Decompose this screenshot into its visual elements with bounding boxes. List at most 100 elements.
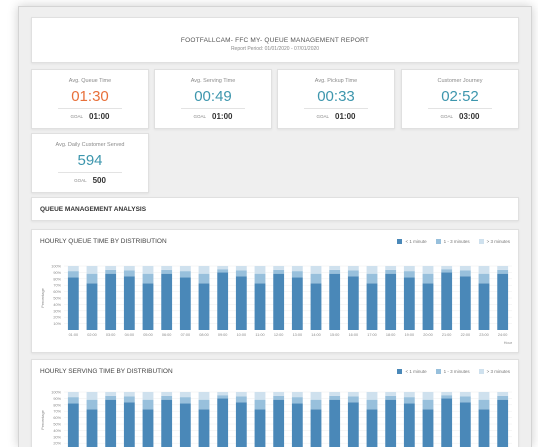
bar-segment: [422, 399, 434, 410]
bar-segment: [179, 277, 191, 330]
bar-segment: [366, 409, 378, 447]
bar-segment: [235, 276, 247, 330]
bar-segment: [385, 269, 397, 274]
bar-segment: [254, 409, 266, 447]
x-tick-label: 09:00: [218, 333, 228, 337]
bar-segment: [329, 273, 341, 330]
x-tick-label: 10:00: [237, 333, 247, 337]
bar-segment: [441, 272, 453, 330]
kpi-goal-label: GOAL: [74, 178, 87, 183]
bar-segment: [497, 392, 509, 396]
bar-segment: [86, 273, 98, 284]
bar-segment: [366, 399, 378, 410]
bar-segment: [67, 403, 79, 447]
kpi-label: Customer Journey: [437, 78, 483, 84]
bar-segment: [179, 271, 191, 278]
bar-segment: [254, 273, 266, 284]
x-tick-label: 18:00: [386, 333, 396, 337]
bar-segment: [347, 266, 359, 271]
y-tick-label: 70%: [53, 410, 61, 414]
bar-segment: [105, 392, 117, 396]
kpi-divider: [181, 108, 245, 109]
report-period: Report Period: 01/01/2020 - 07/01/2020: [230, 46, 320, 52]
bar-segment: [441, 266, 453, 270]
bar-segment: [67, 277, 79, 330]
report-frame: FOOTFALLCAM- FFC MY- QUEUE MANAGEMENT RE…: [18, 6, 532, 447]
bar-segment: [497, 273, 509, 330]
x-tick-label: 08:00: [199, 333, 209, 337]
x-tick-label: 17:00: [367, 333, 377, 337]
bar-segment: [217, 398, 229, 447]
bar-segment: [254, 283, 266, 330]
report-header: FOOTFALLCAM- FFC MY- QUEUE MANAGEMENT RE…: [31, 17, 519, 63]
bar-segment: [67, 266, 79, 272]
bar-segment: [254, 266, 266, 274]
bar-segment: [273, 266, 285, 270]
bar-segment: [329, 392, 341, 396]
bar-segment: [142, 266, 154, 274]
bar-segment: [273, 269, 285, 274]
bar-segment: [310, 399, 322, 410]
kpi-goal: GOAL 03:00: [402, 112, 518, 121]
y-tick-label: 10%: [53, 322, 61, 326]
bar-segment: [217, 392, 229, 396]
kpi-goal: GOAL 01:00: [155, 112, 271, 121]
x-tick-label: 19:00: [405, 333, 415, 337]
bar-segment: [273, 395, 285, 400]
kpi-goal-value: 01:00: [212, 112, 233, 121]
kpi-value: 00:33: [317, 88, 355, 105]
bar-segment: [123, 392, 135, 397]
kpi-card-serving-time: Avg. Serving Time 00:49 GOAL 01:00: [154, 69, 272, 129]
bar-segment: [459, 270, 471, 277]
bar-segment: [235, 402, 247, 447]
bar-segment: [273, 392, 285, 396]
kpi-value: 02:52: [441, 88, 479, 105]
bar-segment: [217, 395, 229, 399]
bar-segment: [459, 392, 471, 397]
bar-segment: [459, 266, 471, 271]
bar-segment: [441, 392, 453, 396]
bar-segment: [366, 283, 378, 330]
bar-segment: [478, 273, 490, 284]
kpi-goal-label: GOAL: [316, 114, 330, 119]
kpi-goal-label: GOAL: [440, 114, 454, 119]
kpi-goal: GOAL 01:00: [278, 112, 394, 121]
y-tick-label: 40%: [53, 429, 61, 433]
x-tick-label: 11:00: [255, 333, 264, 337]
bar-segment: [385, 273, 397, 330]
y-axis-label: Percentage: [41, 410, 45, 429]
bar-segment: [123, 402, 135, 447]
kpi-card-queue-time: Avg. Queue Time 01:30 GOAL 01:00: [31, 69, 149, 129]
kpi-goal-label: GOAL: [70, 114, 84, 119]
bar-segment: [198, 273, 210, 284]
x-tick-label: 22:00: [461, 333, 471, 337]
bar-segment: [86, 399, 98, 410]
kpi-label: Avg. Serving Time: [190, 78, 236, 84]
y-tick-label: 60%: [53, 290, 61, 294]
bar-segment: [422, 283, 434, 330]
queue-time-chart-card: HOURLY QUEUE TIME BY DISTRIBUTION < 1 mi…: [31, 229, 519, 353]
bar-segment: [497, 395, 509, 400]
bar-segment: [273, 273, 285, 330]
bar-segment: [459, 276, 471, 330]
bar-segment: [235, 270, 247, 277]
bar-segment: [291, 403, 303, 447]
kpi-card-daily-customers: Avg. Daily Customer Served 594 GOAL 500: [31, 133, 149, 193]
bar-segment: [478, 392, 490, 400]
bar-segment: [179, 266, 191, 272]
bar-segment: [142, 392, 154, 400]
bar-segment: [142, 283, 154, 330]
bar-segment: [310, 273, 322, 284]
bar-segment: [385, 266, 397, 270]
bar-segment: [310, 266, 322, 274]
y-tick-label: 90%: [53, 397, 61, 401]
y-tick-label: 50%: [53, 423, 61, 427]
bar-segment: [142, 409, 154, 447]
kpi-goal-value: 03:00: [459, 112, 480, 121]
x-tick-label: 21:00: [442, 333, 452, 337]
bar-segment: [235, 396, 247, 403]
bar-segment: [347, 396, 359, 403]
bar-segment: [123, 266, 135, 271]
x-tick-label: 05:00: [143, 333, 153, 337]
bar-segment: [347, 402, 359, 447]
